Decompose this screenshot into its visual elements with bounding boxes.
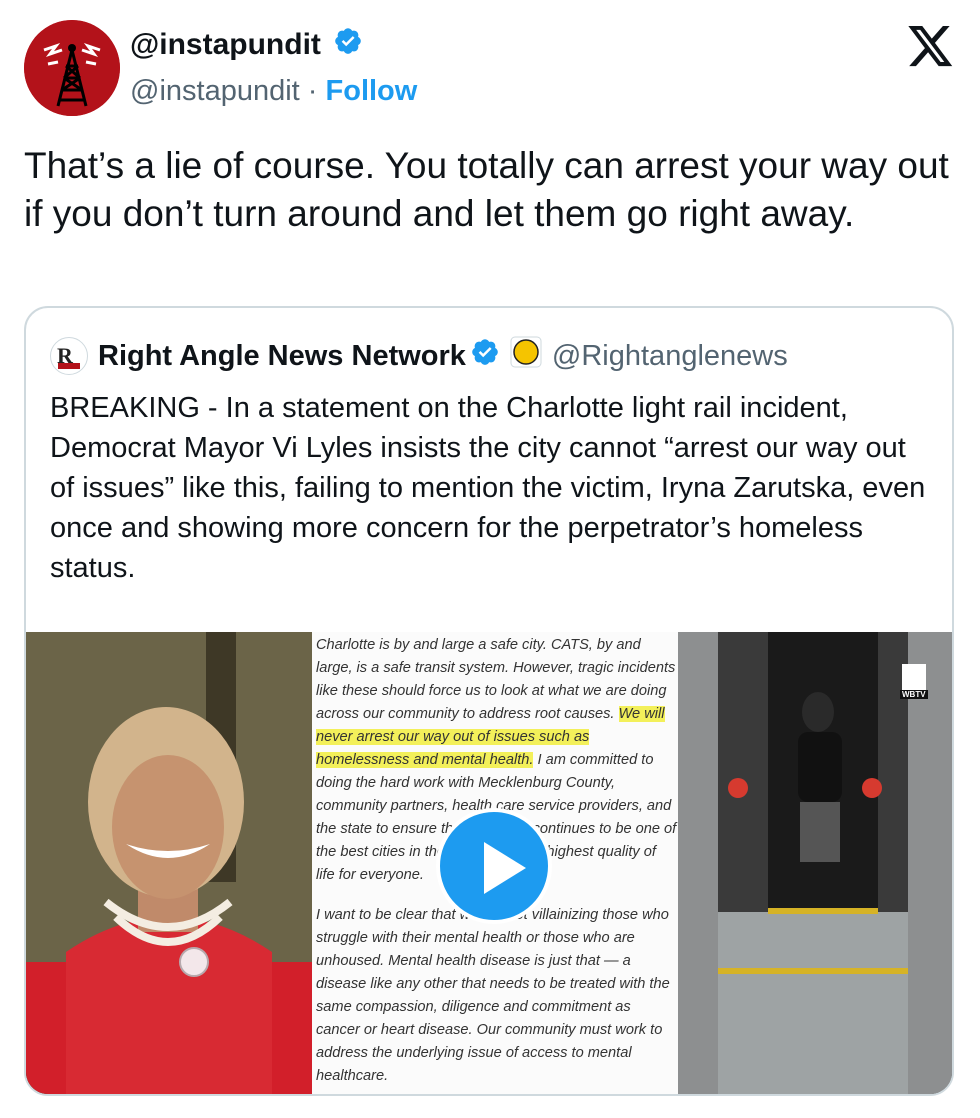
verified-badge-icon <box>470 337 500 375</box>
quoted-display-name[interactable]: Right Angle News Network <box>98 340 466 373</box>
follow-button[interactable]: Follow <box>326 75 418 107</box>
quoted-handle[interactable]: @Rightanglenews <box>552 340 788 373</box>
handle-separator: · <box>307 75 318 107</box>
quoted-text: BREAKING - In a statement on the Charlot… <box>50 392 926 584</box>
verified-badge-icon <box>333 26 363 66</box>
author-avatar[interactable] <box>24 20 120 116</box>
x-logo-icon[interactable] <box>908 26 954 73</box>
ra-logo-icon: R <box>57 343 80 369</box>
statement-paragraph-2: I want to be clear that we are not villa… <box>316 907 670 1084</box>
author-name-text: @instapundit <box>130 28 321 61</box>
video-media[interactable]: Charlotte is by and large a safe city. C… <box>26 632 952 1094</box>
affiliate-badge-icon <box>510 336 542 376</box>
quoted-avatar[interactable]: R <box>50 337 88 375</box>
train-footage: WBTV <box>678 632 952 1094</box>
author-handle[interactable]: @instapundit <box>130 75 300 107</box>
station-logo-text: WBTV <box>900 690 928 699</box>
radio-tower-icon <box>24 20 120 116</box>
quoted-tweet[interactable]: R Right Angle News Network @Rightanglene… <box>24 306 954 1096</box>
quoted-header: R Right Angle News Network @Rightanglene… <box>50 336 788 376</box>
play-icon[interactable] <box>436 808 552 924</box>
author-handle-row: @instapundit · Follow <box>130 72 417 110</box>
author-display-name[interactable]: @instapundit <box>130 26 363 66</box>
tweet-text: That’s a lie of course. You totally can … <box>24 145 949 234</box>
mayor-photo <box>26 632 312 1094</box>
